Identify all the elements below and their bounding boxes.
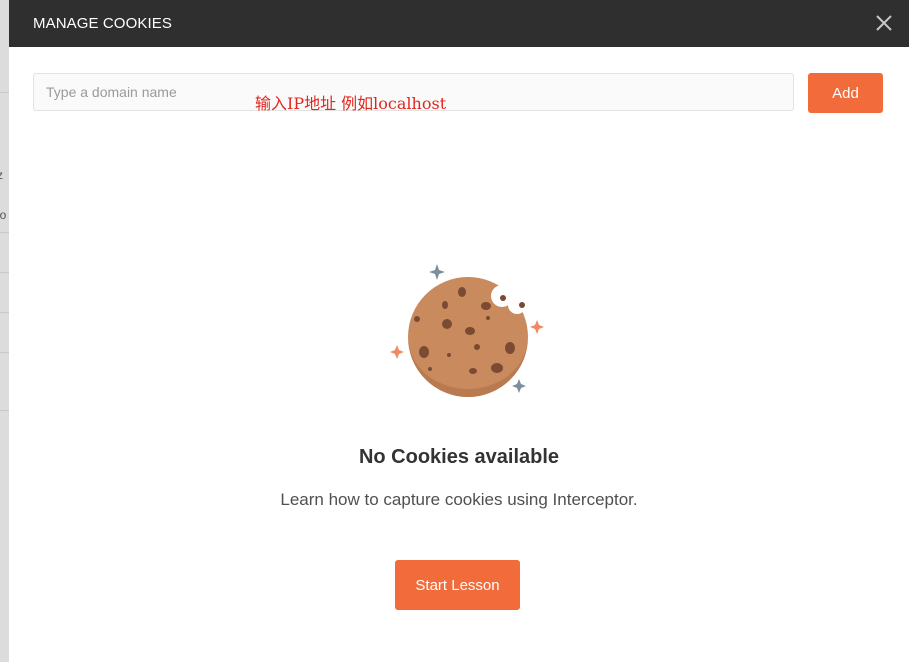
- background-divider: [0, 232, 9, 233]
- background-divider: [0, 92, 9, 93]
- background-text-fragment: lo: [0, 208, 7, 222]
- background-divider: [0, 312, 9, 313]
- modal-title: MANAGE COOKIES: [33, 15, 172, 32]
- manage-cookies-modal: MANAGE COOKIES 输入IP地址 例如localhost Add: [9, 0, 909, 662]
- sparkle-icon: [530, 320, 544, 334]
- add-button[interactable]: Add: [808, 73, 883, 113]
- sparkle-icon: [512, 379, 526, 393]
- empty-state-description: Learn how to capture cookies using Inter…: [280, 490, 638, 509]
- annotation-note: 输入IP地址 例如localhost: [255, 94, 447, 113]
- sparkle-icon: [429, 264, 445, 280]
- background-app: z lo: [0, 0, 9, 662]
- cookie-illustration: [379, 258, 549, 408]
- sparkle-icon: [390, 345, 404, 359]
- empty-state-title: No Cookies available: [358, 446, 560, 468]
- background-divider: [0, 410, 9, 411]
- background-text-fragment: z: [0, 168, 3, 182]
- start-lesson-button[interactable]: Start Lesson: [395, 560, 520, 610]
- background-divider: [0, 352, 9, 353]
- close-icon: [876, 15, 892, 31]
- background-divider: [0, 272, 9, 273]
- modal-header: MANAGE COOKIES: [9, 0, 909, 47]
- close-button[interactable]: [873, 12, 895, 34]
- cookie-icon: [408, 277, 528, 397]
